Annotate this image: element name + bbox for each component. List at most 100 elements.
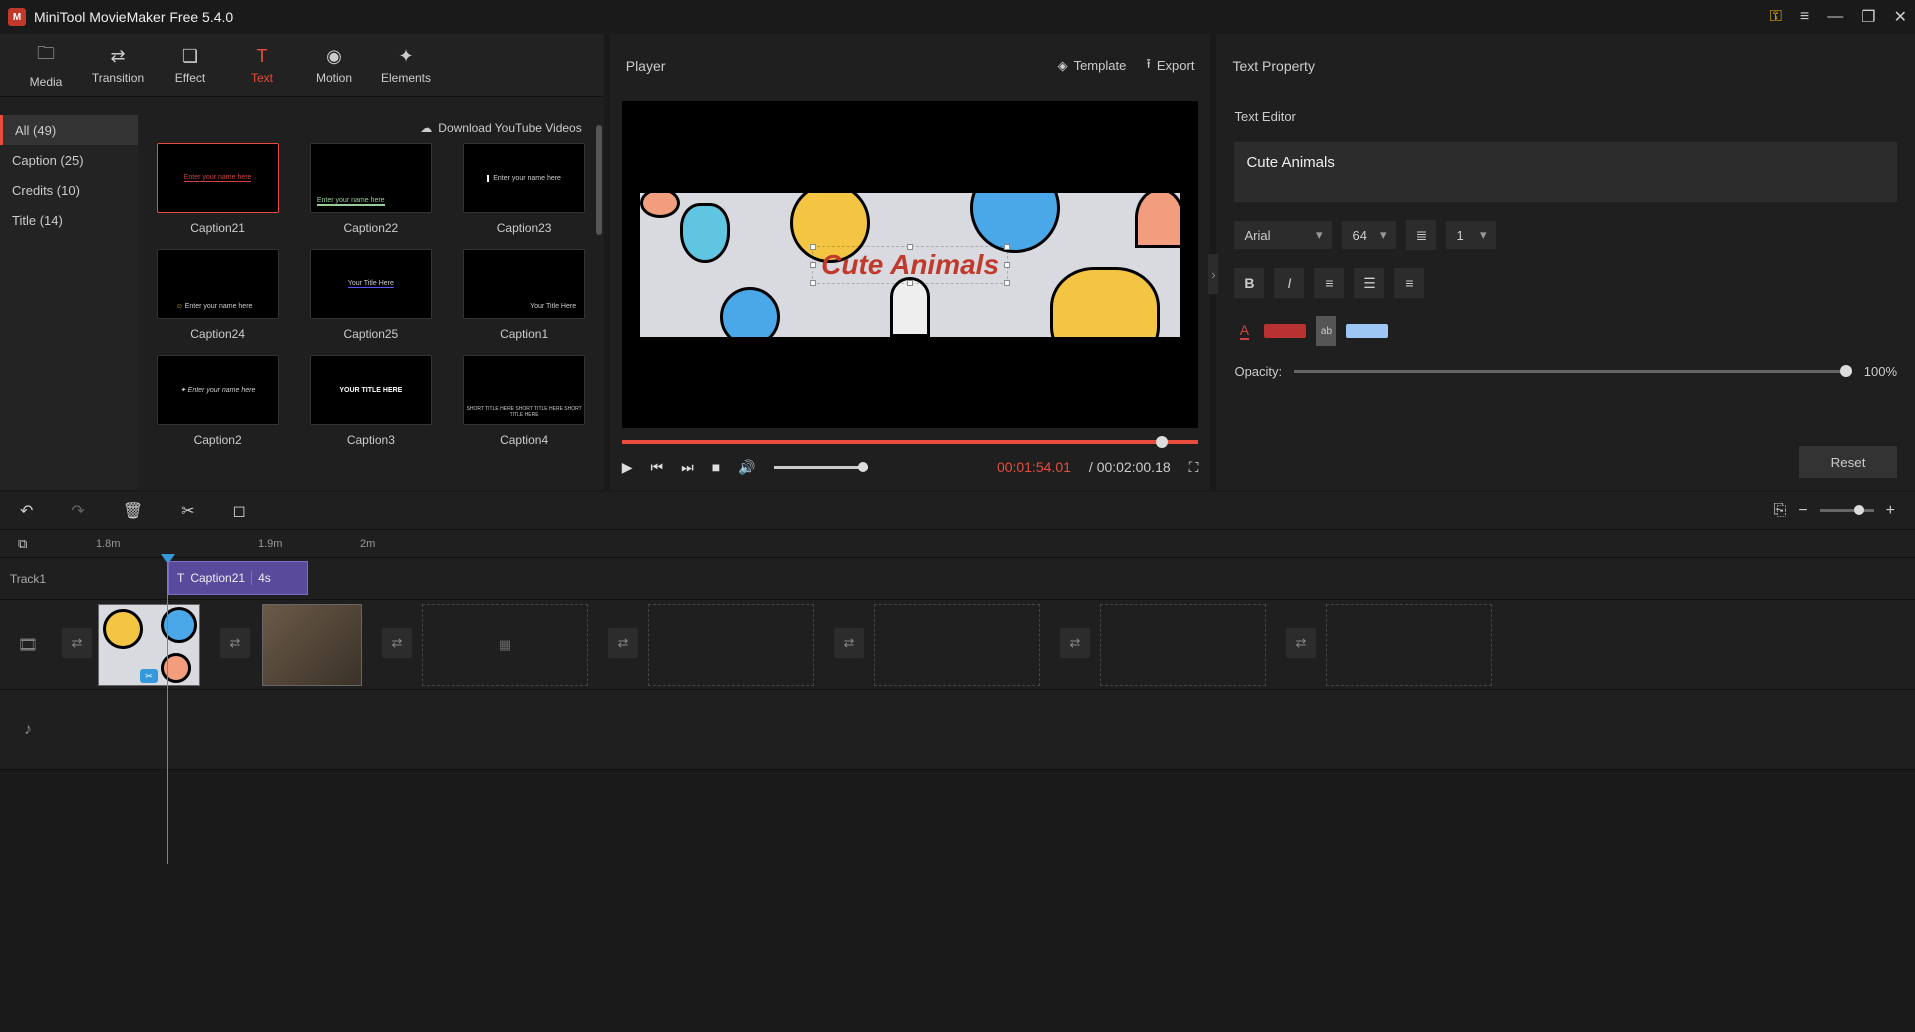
scrub-bar[interactable] <box>622 440 1199 444</box>
align-right-button[interactable]: ≡ <box>1394 268 1424 298</box>
template-caption25[interactable]: Your Title HereCaption25 <box>303 249 438 341</box>
crop-icon[interactable]: ◻ <box>233 501 246 521</box>
template-icon: ◈ <box>1058 58 1068 74</box>
time-total: / 00:02:00.18 <box>1089 459 1171 475</box>
line-spacing-icon[interactable]: ≣ <box>1406 220 1436 250</box>
tab-text[interactable]: TText <box>226 35 298 95</box>
opacity-handle[interactable] <box>1840 365 1852 377</box>
audio-track-icon: ♪ <box>0 721 56 739</box>
delete-icon[interactable]: 🗑 <box>123 501 143 521</box>
maximize-icon[interactable]: ❐ <box>1861 7 1875 27</box>
fullscreen-icon[interactable]: ⛶ <box>1189 459 1199 476</box>
panel-collapse-icon[interactable]: › <box>1208 254 1218 294</box>
zoom-handle[interactable] <box>1854 505 1864 515</box>
template-caption24[interactable]: ☺ Enter your name hereCaption24 <box>150 249 285 341</box>
transition-slot[interactable]: ⇄ <box>608 628 638 658</box>
video-track-icon: 🎞 <box>0 635 56 655</box>
add-track-icon[interactable]: ⧉ <box>18 536 27 552</box>
resize-handle[interactable] <box>810 280 816 286</box>
align-left-button[interactable]: ≡ <box>1314 268 1344 298</box>
time-current: 00:01:54.01 <box>997 459 1071 475</box>
text-overlay[interactable]: Cute Animals <box>812 246 1008 284</box>
transition-slot[interactable]: ⇄ <box>62 628 92 658</box>
resize-handle[interactable] <box>1004 262 1010 268</box>
grid-scrollbar[interactable] <box>596 125 602 235</box>
template-caption4[interactable]: SHORT TITLE HERE SHORT TITLE HERE SHORT … <box>456 355 591 447</box>
transition-slot[interactable]: ⇄ <box>220 628 250 658</box>
player-viewport[interactable]: Cute Animals <box>622 101 1199 428</box>
template-caption2[interactable]: ✦ Enter your name hereCaption2 <box>150 355 285 447</box>
font-size-select[interactable]: 64 <box>1342 221 1396 249</box>
play-icon[interactable]: ▶ <box>622 459 633 476</box>
export-button[interactable]: ⭱Export <box>1146 55 1194 77</box>
fit-icon[interactable]: ⎘ <box>1774 502 1787 520</box>
transition-slot[interactable]: ⇄ <box>834 628 864 658</box>
sidebar-item-credits[interactable]: Credits (10) <box>0 175 138 205</box>
video-clip-1[interactable]: ✂ <box>98 604 200 686</box>
align-center-button[interactable]: ☰ <box>1354 268 1384 298</box>
playhead-line[interactable] <box>167 558 168 864</box>
resize-handle[interactable] <box>1004 244 1010 250</box>
transition-slot[interactable]: ⇄ <box>1060 628 1090 658</box>
next-frame-icon[interactable]: ⏭ <box>681 459 694 476</box>
text-color-swatch[interactable] <box>1264 324 1306 338</box>
highlight-color-swatch[interactable] <box>1346 324 1388 338</box>
sidebar-item-title[interactable]: Title (14) <box>0 205 138 235</box>
video-clip-2[interactable] <box>262 604 362 686</box>
template-caption22[interactable]: Enter your name hereCaption22 <box>303 143 438 235</box>
template-button[interactable]: ◈Template <box>1058 58 1127 74</box>
split-icon[interactable]: ✂ <box>181 501 194 521</box>
stop-icon[interactable]: ■ <box>712 459 720 475</box>
resize-handle[interactable] <box>907 280 913 286</box>
volume-icon[interactable]: 🔊 <box>738 459 755 476</box>
prev-frame-icon[interactable]: ⏮ <box>651 459 664 476</box>
italic-button[interactable]: I <box>1274 268 1304 298</box>
empty-clip-slot[interactable]: ▦ <box>422 604 588 686</box>
tab-motion[interactable]: ◉Motion <box>298 35 370 95</box>
opacity-slider[interactable] <box>1294 370 1852 373</box>
redo-icon[interactable]: ↷ <box>71 501 84 521</box>
resize-handle[interactable] <box>810 262 816 268</box>
transition-slot[interactable]: ⇄ <box>382 628 412 658</box>
text-input[interactable] <box>1234 142 1897 202</box>
volume-handle[interactable] <box>858 462 868 472</box>
undo-icon[interactable]: ↶ <box>20 501 33 521</box>
tab-elements[interactable]: ✦Elements <box>370 35 442 95</box>
volume-slider[interactable] <box>774 466 868 469</box>
minimize-icon[interactable]: — <box>1827 8 1843 26</box>
bold-button[interactable]: B <box>1234 268 1264 298</box>
download-youtube-link[interactable]: ☁ Download YouTube Videos <box>420 121 581 135</box>
resize-handle[interactable] <box>810 244 816 250</box>
video-frame: Cute Animals <box>640 193 1180 337</box>
resize-handle[interactable] <box>907 244 913 250</box>
text-clip[interactable]: T Caption21 4s <box>168 561 308 595</box>
sidebar-item-all[interactable]: All (49) <box>0 115 138 145</box>
template-caption3[interactable]: YOUR TITLE HERECaption3 <box>303 355 438 447</box>
empty-clip-slot[interactable] <box>874 604 1040 686</box>
font-select[interactable]: Arial <box>1234 221 1332 249</box>
tab-effect[interactable]: ❏Effect <box>154 35 226 95</box>
resize-handle[interactable] <box>1004 280 1010 286</box>
sidebar-item-caption[interactable]: Caption (25) <box>0 145 138 175</box>
transition-slot[interactable]: ⇄ <box>1286 628 1316 658</box>
template-caption21[interactable]: Enter your name hereCaption21 <box>150 143 285 235</box>
menu-icon[interactable]: ≡ <box>1800 8 1809 26</box>
zoom-slider[interactable] <box>1820 509 1874 512</box>
zoom-in-icon[interactable]: + <box>1886 502 1895 520</box>
zoom-out-icon[interactable]: − <box>1798 502 1807 520</box>
template-caption23[interactable]: Enter your name hereCaption23 <box>456 143 591 235</box>
tab-media[interactable]: 🗀Media <box>10 35 82 95</box>
ruler-mark: 1.8m <box>96 538 120 550</box>
timeline-ruler[interactable]: ⧉ 1.8m 1.9m 2m <box>0 530 1915 558</box>
tab-transition[interactable]: ⇄Transition <box>82 35 154 95</box>
reset-button[interactable]: Reset <box>1799 446 1897 478</box>
template-caption1[interactable]: Your Title HereCaption1 <box>456 249 591 341</box>
line-spacing-select[interactable]: 1 <box>1446 221 1496 249</box>
text-editor-label: Text Editor <box>1234 109 1897 124</box>
empty-clip-slot[interactable] <box>648 604 814 686</box>
close-icon[interactable]: ✕ <box>1894 7 1907 27</box>
empty-clip-slot[interactable] <box>1326 604 1492 686</box>
text-clip-icon: T <box>177 571 184 585</box>
key-icon[interactable]: ⚿ <box>1770 8 1782 26</box>
empty-clip-slot[interactable] <box>1100 604 1266 686</box>
